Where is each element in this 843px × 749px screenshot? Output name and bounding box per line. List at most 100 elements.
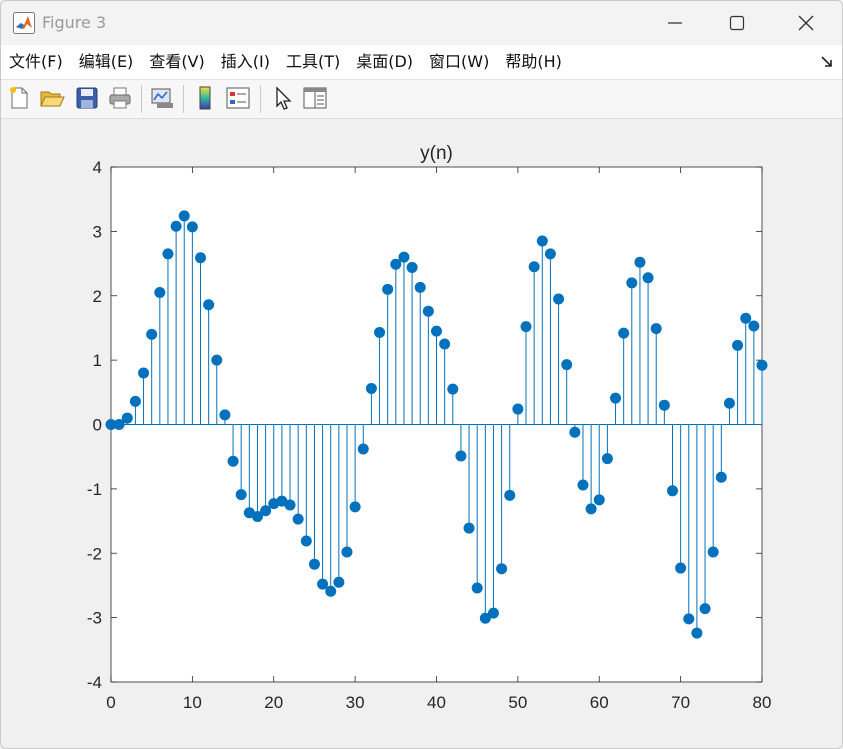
toolbar-separator <box>260 85 261 113</box>
x-tick-label: 40 <box>427 693 446 712</box>
new-figure-icon[interactable] <box>5 84 33 112</box>
toolbar <box>1 80 842 119</box>
stem-marker <box>569 426 581 438</box>
maximize-button[interactable] <box>706 1 768 45</box>
stem-marker <box>203 299 215 311</box>
stem-marker <box>463 522 475 534</box>
colorbar-icon[interactable] <box>191 84 219 112</box>
close-button[interactable] <box>775 1 837 45</box>
menu-help[interactable]: 帮助(H) <box>497 45 570 79</box>
stem-marker <box>308 558 320 570</box>
stem-marker <box>170 220 182 232</box>
stem-marker <box>349 501 361 513</box>
property-editor-icon[interactable] <box>301 84 329 112</box>
stem-marker <box>666 485 678 497</box>
print-icon[interactable] <box>106 84 134 112</box>
link-plot-icon[interactable] <box>148 84 176 112</box>
dock-figure-icon[interactable] <box>820 54 834 68</box>
stem-marker <box>398 251 410 263</box>
stem-marker <box>585 503 597 515</box>
maximize-icon <box>729 15 745 31</box>
stem-marker <box>227 455 239 467</box>
stem-marker <box>715 471 727 483</box>
figure-window: Figure 3 文件(F) 编辑(E) 查看(V) 插入(I) 工具(T) 桌… <box>0 0 843 749</box>
stem-marker <box>610 392 622 404</box>
stem-marker <box>414 281 426 293</box>
stem-marker <box>431 325 442 337</box>
stem-marker <box>561 359 573 371</box>
stem-marker <box>740 312 752 324</box>
stem-marker <box>634 256 646 268</box>
stem-marker <box>325 585 337 597</box>
stem-marker <box>138 367 150 379</box>
title-bar[interactable]: Figure 3 <box>1 1 842 45</box>
pointer-icon[interactable] <box>269 84 297 112</box>
stem-marker <box>520 321 532 333</box>
chart-title: y(n) <box>420 143 453 164</box>
stem-marker <box>650 323 662 335</box>
stem-marker <box>365 382 377 394</box>
menu-view[interactable]: 查看(V) <box>141 45 212 79</box>
figure-canvas[interactable]: y(n) 0 10 20 30 40 50 60 70 80 -4 -3 -2 -1 0 1 2 3 4 <box>1 119 843 749</box>
minimize-button[interactable] <box>644 1 706 45</box>
close-icon <box>798 15 814 31</box>
stem-marker <box>121 412 133 424</box>
stem-marker <box>374 326 386 338</box>
menu-desktop[interactable]: 桌面(D) <box>348 45 421 79</box>
stem-marker <box>748 320 760 332</box>
stem-marker <box>626 277 638 289</box>
stem-marker <box>447 383 459 395</box>
menu-bar: 文件(F) 编辑(E) 查看(V) 插入(I) 工具(T) 桌面(D) 窗口(W… <box>1 45 842 80</box>
stem-marker <box>707 546 719 558</box>
stem-marker <box>691 627 703 639</box>
menu-window[interactable]: 窗口(W) <box>421 45 497 79</box>
stem-marker <box>129 395 141 407</box>
legend-icon[interactable] <box>224 84 252 112</box>
x-tick-label: 50 <box>508 693 527 712</box>
stem-marker <box>699 603 711 615</box>
y-tick-label: -2 <box>87 544 102 563</box>
stem-marker <box>683 613 695 625</box>
menu-tools[interactable]: 工具(T) <box>278 45 348 79</box>
menu-file[interactable]: 文件(F) <box>1 45 71 79</box>
stem-marker <box>333 576 345 588</box>
y-tick-label: 1 <box>93 351 102 370</box>
stem-marker <box>235 489 247 501</box>
stem-marker <box>536 235 548 247</box>
x-tick-label: 20 <box>264 693 283 712</box>
window-title: Figure 3 <box>42 13 107 32</box>
stem-marker <box>675 562 687 574</box>
x-tick-label: 70 <box>671 693 690 712</box>
stem-marker <box>487 607 499 619</box>
x-tick-label: 30 <box>346 693 365 712</box>
stem-marker <box>732 339 744 351</box>
stem-marker <box>553 293 565 305</box>
y-tick-label: 3 <box>93 222 102 241</box>
stem-marker <box>357 443 369 455</box>
y-tick-label: 0 <box>93 416 102 435</box>
x-tick-label: 60 <box>590 693 609 712</box>
stem-marker <box>471 582 483 594</box>
y-tick-label: 2 <box>93 287 102 306</box>
x-tick-label: 10 <box>183 693 202 712</box>
y-tick-label: 4 <box>93 158 102 177</box>
menu-edit[interactable]: 编辑(E) <box>71 45 142 79</box>
stem-marker <box>300 535 312 547</box>
stem-marker <box>195 252 207 264</box>
open-file-icon[interactable] <box>38 84 66 112</box>
stem-marker <box>186 221 198 233</box>
menu-insert[interactable]: 插入(I) <box>213 45 278 79</box>
stem-marker <box>642 272 654 284</box>
stem-marker <box>211 354 223 366</box>
matlab-icon <box>13 12 35 34</box>
stem-marker <box>382 283 394 295</box>
stem-marker <box>504 489 516 501</box>
stem-marker <box>162 248 174 260</box>
save-icon[interactable] <box>73 84 101 112</box>
stem-plot[interactable]: y(n) 0 10 20 30 40 50 60 70 80 -4 -3 -2 -1 0 1 2 3 4 <box>1 119 843 749</box>
stem-marker <box>178 210 190 222</box>
stem-marker <box>455 450 467 462</box>
stem-marker <box>146 328 158 340</box>
stem-marker <box>512 403 524 415</box>
toolbar-separator <box>141 85 142 113</box>
